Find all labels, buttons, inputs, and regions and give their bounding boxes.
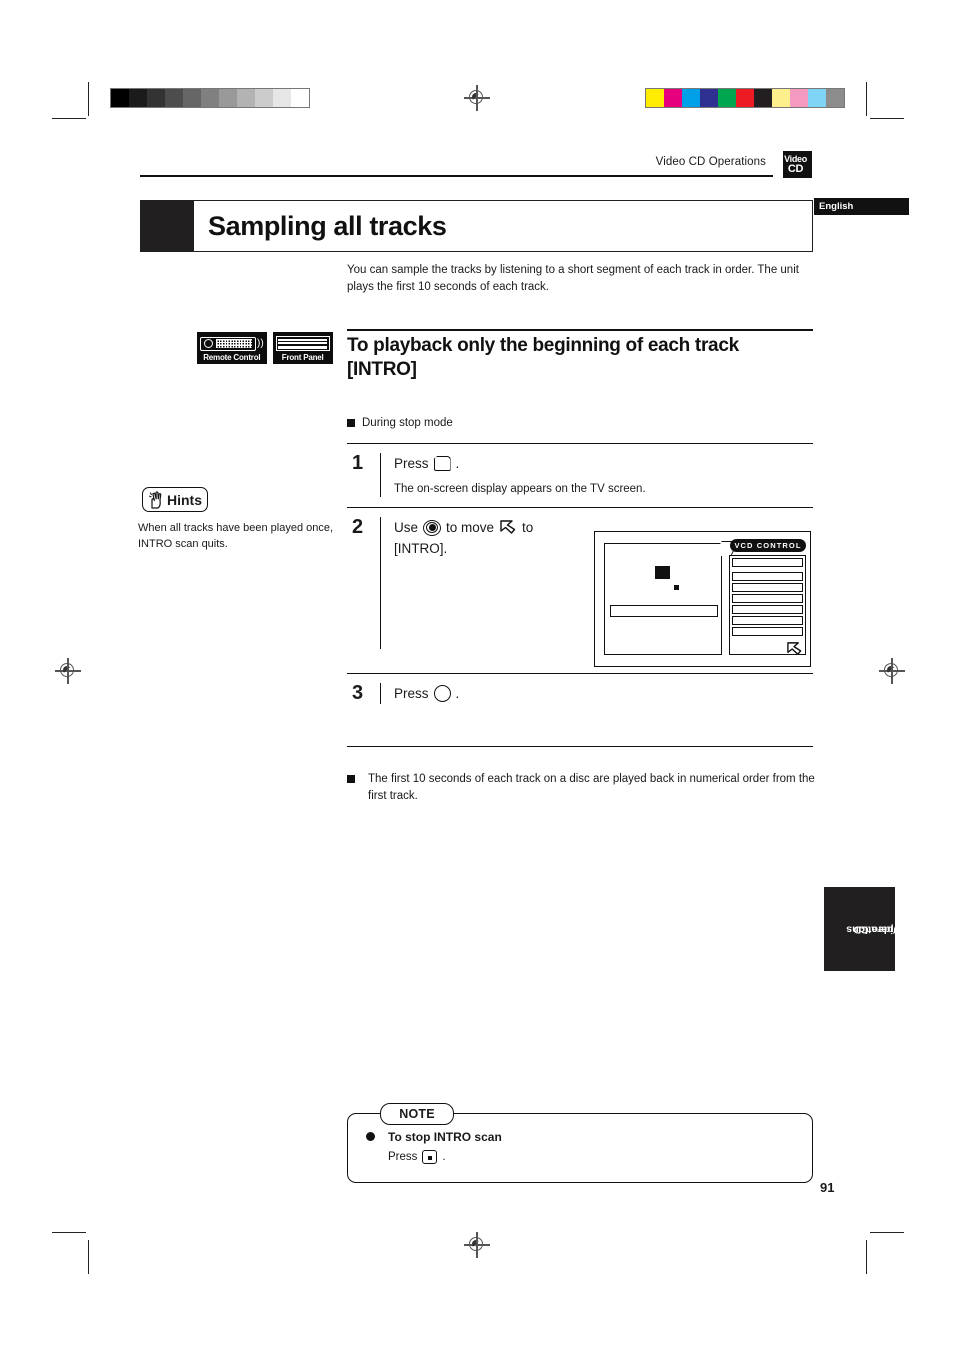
step-1: 1 Press . The on-screen display appears … [347, 443, 813, 507]
crop-mark-right-h [870, 118, 904, 120]
note-box: NOTE To stop INTRO scan Press . [347, 1103, 813, 1183]
step-1-body: Press . The on-screen display appears on… [380, 453, 813, 497]
step-1-text-before: Press [394, 456, 429, 471]
step-3-body: Press . [380, 683, 813, 704]
section-heading-rule [347, 329, 813, 332]
hints-badge: Hints [142, 487, 208, 512]
device-badge-group: )) Remote Control Front Panel [197, 332, 333, 364]
header-rule [140, 175, 773, 177]
crop-mark-bottom-left-v [88, 1240, 90, 1274]
vcd-menu-row[interactable] [732, 572, 803, 581]
registration-mark-left [55, 658, 81, 684]
remote-control-badge: )) Remote Control [197, 332, 267, 364]
step-1-instruction: Press . [394, 453, 813, 474]
remote-control-icon: )) [200, 335, 264, 352]
steps-bottom-rule [347, 746, 813, 748]
step-3: 3 Press . [347, 673, 813, 714]
hints-badge-label: Hints [167, 491, 202, 508]
round-bullet-icon [366, 1132, 375, 1141]
page-number: 91 [820, 1180, 835, 1195]
intro-paragraph: You can sample the tracks by listening t… [347, 264, 799, 293]
step-2-text-after: to [522, 520, 534, 535]
step-2-number: 2 [352, 516, 364, 538]
step-3-text-after: . [455, 686, 460, 701]
video-cd-badge-line2: CD [787, 162, 804, 175]
step-2-text-before: Use [394, 520, 419, 535]
step-1-note: The on-screen display appears on the TV … [394, 483, 646, 495]
tv-screen-illustration: VCD CONTROL [594, 531, 811, 667]
step-3-instruction: Press . [394, 683, 813, 704]
language-tab: English [814, 198, 909, 215]
crop-mark-top-left-v [88, 82, 90, 116]
page-title-block: Sampling all tracks [140, 200, 813, 252]
enter-key-icon [433, 685, 451, 702]
step-3-text-before: Press [394, 686, 429, 701]
vcd-control-label: VCD CONTROL [730, 539, 806, 552]
hints-text: When all tracks have been played once, I… [138, 522, 334, 550]
vcd-control-menu [729, 555, 806, 655]
result-note-block: The first 10 seconds of each track on a … [347, 771, 817, 804]
video-status-bar [610, 605, 718, 617]
vcd-menu-row[interactable] [732, 558, 803, 567]
step-1-text-after: . [455, 456, 460, 471]
registration-mark-right [879, 658, 905, 684]
square-bullet-icon [347, 775, 355, 783]
section-heading-line2: [INTRO] [347, 359, 417, 380]
color-calibration-strip [645, 88, 845, 108]
crop-mark-bottom-left-h [52, 1232, 86, 1234]
video-block-large [655, 566, 670, 579]
front-panel-icon [275, 335, 330, 352]
video-cd-logo-badge: Video CD [779, 151, 812, 178]
video-block-small [674, 585, 679, 590]
section-heading-line1: To playback only the beginning of each t… [347, 335, 739, 356]
crop-mark-left-h [52, 118, 86, 120]
note-caption: NOTE [380, 1103, 454, 1125]
cursor-pad-icon [423, 519, 442, 537]
stop-key-icon [422, 1150, 438, 1164]
header-section-label: Video CD Operations [655, 156, 766, 168]
section-heading: To playback only the beginning of each t… [347, 334, 817, 382]
front-panel-badge-label: Front Panel [281, 353, 324, 362]
note-bullet-text-after: . [442, 1151, 446, 1163]
vcd-menu-row[interactable] [732, 616, 803, 625]
square-bullet-icon [347, 419, 355, 427]
crop-mark-top-right-v [866, 82, 868, 116]
side-tab: Video CD operations [824, 887, 900, 971]
note-bullet-text-before: Press [388, 1151, 418, 1163]
tv-video-area [604, 543, 722, 655]
step-3-number: 3 [352, 682, 364, 704]
vcd-menu-row[interactable] [732, 594, 803, 603]
step-2-text-line2: [INTRO]. [394, 541, 448, 556]
registration-mark-top [464, 85, 490, 111]
title-box: Sampling all tracks [194, 200, 813, 252]
step-2-text-middle: to move [446, 520, 495, 535]
vcd-menu-row[interactable] [732, 605, 803, 614]
on-screen-key-icon [433, 456, 451, 471]
page-title: Sampling all tracks [208, 210, 447, 241]
vcd-menu-row-intro[interactable] [732, 627, 803, 636]
registration-mark-bottom [464, 1232, 490, 1258]
crop-mark-bottom-right-v [866, 1240, 868, 1274]
result-note-text: The first 10 seconds of each track on a … [368, 773, 815, 802]
section-subheading: During stop mode [347, 417, 453, 429]
remote-control-badge-label: Remote Control [203, 353, 261, 362]
crop-mark-bottom-right-h [870, 1232, 904, 1234]
title-accent-block [140, 200, 194, 252]
cursor-arrow-icon [499, 519, 517, 536]
cursor-arrow-icon [786, 641, 803, 657]
vcd-menu-row[interactable] [732, 583, 803, 592]
front-panel-badge: Front Panel [272, 332, 333, 364]
note-bullet-line2: Press . [388, 1150, 502, 1164]
section-subheading-label: During stop mode [362, 417, 453, 429]
note-bullet-title: To stop INTRO scan [388, 1130, 502, 1144]
grayscale-calibration-strip [110, 88, 310, 108]
step-1-number: 1 [352, 452, 364, 474]
pointing-hand-icon [147, 490, 168, 510]
